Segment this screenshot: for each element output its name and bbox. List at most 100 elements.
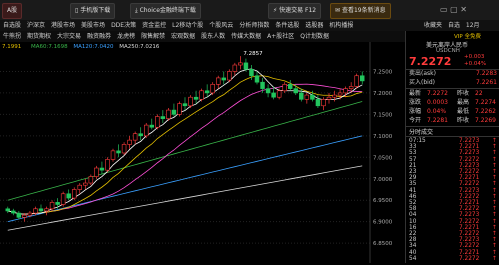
ask-row: 卖出(ask) 7.2283 <box>409 69 497 78</box>
price-tick-label: 6.8500 <box>373 241 393 247</box>
menu1-item-11[interactable]: 机构播报 <box>326 20 356 31</box>
candle-body <box>27 212 33 216</box>
chart-canvas: 7.2500 7.2000 7.1500 7.1000 7.0500 7.0000 6.95… <box>0 42 393 263</box>
candle-body <box>238 62 243 66</box>
ask-label: 卖出(ask) <box>409 70 436 77</box>
candle-body <box>132 133 138 141</box>
menu2-item-2[interactable]: 大宗交易 <box>54 31 84 42</box>
ma250-value: MA250:7.0216 <box>119 44 160 50</box>
candle-body <box>138 133 143 137</box>
candle-body <box>143 124 149 137</box>
kline-chart[interactable]: 7.2500 7.2000 7.1500 7.1000 7.0500 7.0000 6.95… <box>0 42 405 263</box>
candle-body <box>5 208 11 212</box>
candle-body <box>99 167 105 171</box>
stat-v2: 7.2274 <box>475 99 496 106</box>
menu2-item-4[interactable]: 龙虎榜 <box>114 31 138 42</box>
price-tick-label: 7.1000 <box>373 134 393 140</box>
candle-body <box>149 124 155 128</box>
candle-body <box>155 116 160 128</box>
main-menu: 自选股 沪深京 港股市场 美股市场 DDE决策 资金监控 L2移动个股 个股风云 分析师指数 条件… <box>0 20 420 31</box>
candle-body <box>204 90 210 94</box>
candle-body <box>177 103 182 115</box>
price-tick-label: 7.2500 <box>373 69 393 75</box>
menu2-item-3[interactable]: 融资融券 <box>84 31 114 42</box>
candle-body <box>66 193 71 199</box>
instrument-code: USDCNH <box>436 48 460 54</box>
stat-v2: 22 <box>475 90 483 97</box>
menu1-item-9[interactable]: 条件选股 <box>272 20 302 31</box>
candle-body <box>215 77 221 85</box>
candle-body <box>16 212 22 218</box>
watchlist-menu[interactable]: 自选 <box>448 22 460 29</box>
candle-body <box>354 75 359 87</box>
candle-body <box>105 159 110 171</box>
menu1-item-8[interactable]: 分析师指数 <box>236 20 272 31</box>
stat-v1: 0.0003 <box>427 99 448 106</box>
candle-body <box>116 150 121 154</box>
menu2-item-0[interactable]: 牛熊拐 <box>0 31 24 42</box>
favorites-menu[interactable]: 收藏夹 <box>424 22 442 29</box>
ma60-line <box>7 101 363 201</box>
menu1-item-0[interactable]: 自选股 <box>0 20 24 31</box>
stat-v1: 7.2272 <box>427 90 448 97</box>
candle-body <box>171 109 177 115</box>
terminal-download-button[interactable]: ⤓ Choice金融终端下载 <box>130 3 201 19</box>
bid-row: 买入(bid) 7.2261 <box>409 78 497 87</box>
peak-price-label: 7.2857 <box>243 51 263 57</box>
ma120-value: MA120:7.0420 <box>73 44 114 50</box>
stat-l2: 昨收 <box>457 90 470 97</box>
menu2-item-5[interactable]: 限售解禁 <box>138 31 168 42</box>
market-tab[interactable]: A股 <box>2 3 23 19</box>
candle-body <box>166 109 171 119</box>
mobile-download-button[interactable]: ▯ 手机版下载 <box>70 3 116 19</box>
menu1-item-4[interactable]: DDE决策 <box>108 20 139 31</box>
candle-body <box>337 92 343 96</box>
menu2-item-1[interactable]: 期货期权 <box>24 31 54 42</box>
stat-row: 最新 7.2272 昨收 22 <box>409 89 497 98</box>
menu2-item-9[interactable]: A+股社区 <box>264 31 297 42</box>
top-toolbar: A股 ▯ 手机版下载 ⤓ Choice金融终端下载 ⚡ 快速交易 F12 ✉ 查… <box>0 0 499 21</box>
menu1-item-1[interactable]: 沪深京 <box>24 20 48 31</box>
price-tick-label: 7.0000 <box>373 177 393 183</box>
messages-button[interactable]: ✉ 查看19条新消息 <box>330 3 391 19</box>
menu1-item-10[interactable]: 选股器 <box>302 20 326 31</box>
window-controls[interactable]: ▭ ▢ ✕ <box>440 5 467 14</box>
menu1-item-2[interactable]: 港股市场 <box>48 20 78 31</box>
candle-body <box>55 202 60 205</box>
candle-body <box>348 86 354 89</box>
menu2-item-10[interactable]: Q计划数据 <box>297 31 332 42</box>
menu1-item-7[interactable]: 个股风云 <box>206 20 236 31</box>
menu2-item-8[interactable]: 传媒大数据 <box>228 31 264 42</box>
candle-body <box>310 94 315 100</box>
candle-body <box>210 84 215 94</box>
candle-body <box>265 88 271 94</box>
vip-badge[interactable]: VIP 全免费 <box>454 32 481 40</box>
menu1-item-5[interactable]: 资金监控 <box>139 20 169 31</box>
candle-body <box>221 77 227 81</box>
candle-body <box>49 202 55 210</box>
candle-body <box>227 71 232 81</box>
quick-trade-button[interactable]: ⚡ 快速交易 F12 <box>268 3 322 19</box>
candle-body <box>249 69 254 77</box>
candle-body <box>88 176 94 184</box>
menu2-item-6[interactable]: 宏观数据 <box>168 31 198 42</box>
ask-value: 7.2283 <box>476 70 497 77</box>
candle-body <box>188 96 193 107</box>
candle-body <box>359 75 365 82</box>
menu1-item-3[interactable]: 美股市场 <box>78 20 108 31</box>
candle-body <box>254 75 260 83</box>
mobile-download-label: 手机版下载 <box>80 7 111 14</box>
ma60-value: MA60:7.1698 <box>31 44 68 50</box>
candle-body <box>11 210 16 214</box>
candle-body <box>271 92 276 98</box>
candle-body <box>77 184 83 190</box>
candle-body <box>326 96 332 100</box>
menu2-item-7[interactable]: 股东人数 <box>198 31 228 42</box>
stat-row: 涨跌 0.0003 最高 7.2274 <box>409 98 497 107</box>
menu1-item-6[interactable]: L2移动个股 <box>169 20 206 31</box>
ticks-header: 分时成交 <box>409 129 434 136</box>
tick-time: 54 <box>409 255 417 262</box>
price-tick-label: 6.9500 <box>373 198 393 204</box>
candle-body <box>304 94 310 100</box>
month-menu[interactable]: 12月 <box>466 22 480 29</box>
